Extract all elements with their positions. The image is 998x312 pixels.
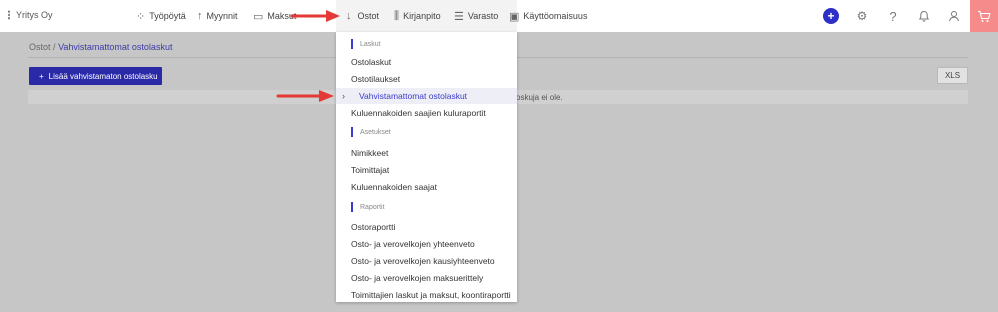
nav-label: Ostot: [357, 11, 380, 21]
xls-export-button[interactable]: XLS: [937, 67, 968, 84]
section-marker: [351, 202, 353, 212]
arrow-down-icon: ↓: [346, 10, 352, 22]
empty-state-text: oskuja ei ole.: [516, 93, 563, 102]
menu-item-ostotilaukset[interactable]: Ostotilaukset: [336, 71, 517, 87]
bar-chart-icon: ⫼: [394, 9, 400, 22]
plus-icon: +: [39, 71, 44, 81]
breadcrumb-separator: /: [53, 42, 56, 52]
menu-item-verovelkojen-kausiyhteenveto[interactable]: Osto- ja verovelkojen kausiyhteenveto: [336, 253, 517, 269]
company-name: Yritys Oy: [16, 10, 53, 20]
annotation-arrow-icon: [290, 10, 340, 22]
nav-kayttoomaisuus[interactable]: ▣ Käyttöomaisuus: [509, 0, 587, 32]
section-header-laskut: Laskut: [351, 39, 381, 49]
menu-item-label: Vahvistamattomat ostolaskut: [359, 91, 468, 101]
nav-kirjanpito[interactable]: ⫼ Kirjanpito: [394, 0, 441, 32]
warehouse-icon: ☰: [454, 10, 464, 23]
ostot-dropdown-menu: Laskut Ostolaskut Ostotilaukset › Vahvis…: [336, 32, 517, 302]
briefcase-icon: ▣: [509, 10, 520, 23]
nav-label: Käyttöomaisuus: [523, 11, 588, 21]
add-unconfirmed-invoice-button[interactable]: + Lisää vahvistamaton ostolasku: [29, 67, 162, 85]
section-header-asetukset: Asetukset: [351, 127, 391, 137]
company-switcher[interactable]: Yritys Oy: [8, 10, 53, 20]
add-button-label: Lisää vahvistamaton ostolasku: [48, 71, 158, 81]
top-navigation-bar: Yritys Oy ⁘ Työpöytä ↑ Myynnit ▭ Maksut …: [0, 0, 998, 32]
menu-item-kuluennakoiden-saajat[interactable]: Kuluennakoiden saajat: [336, 179, 517, 195]
user-icon[interactable]: [946, 8, 962, 24]
payment-icon: ▭: [253, 10, 264, 23]
menu-item-toimittajat[interactable]: Toimittajat: [336, 162, 517, 178]
nav-tyopoyta[interactable]: ⁘ Työpöytä: [136, 0, 186, 32]
menu-item-ostoraportti[interactable]: Ostoraportti: [336, 219, 517, 235]
nav-label: Kirjanpito: [403, 11, 441, 21]
menu-item-vahvistamattomat-ostolaskut[interactable]: › Vahvistamattomat ostolaskut: [336, 88, 517, 104]
chevron-right-icon: ›: [342, 91, 345, 101]
help-icon[interactable]: ?: [885, 8, 901, 24]
annotation-arrow-icon: [276, 90, 334, 102]
breadcrumb: Ostot / Vahvistamattomat ostolaskut: [29, 42, 172, 52]
section-marker: [351, 127, 353, 137]
bell-icon[interactable]: [916, 8, 932, 24]
menu-item-ostolaskut[interactable]: Ostolaskut: [336, 54, 517, 70]
section-title: Asetukset: [360, 128, 391, 136]
breadcrumb-parent[interactable]: Ostot: [29, 42, 51, 52]
kebab-menu-icon: [8, 10, 10, 20]
dashboard-icon: ⁘: [136, 10, 146, 23]
menu-item-kuluraportit[interactable]: Kuluennakoiden saajien kuluraportit: [336, 105, 517, 121]
menu-item-koontiraportti[interactable]: Toimittajien laskut ja maksut, koontirap…: [336, 287, 517, 303]
plus-icon[interactable]: +: [823, 8, 839, 24]
nav-label: Myynnit: [206, 11, 238, 21]
breadcrumb-current: Vahvistamattomat ostolaskut: [58, 42, 173, 52]
menu-item-verovelkojen-yhteenveto[interactable]: Osto- ja verovelkojen yhteenveto: [336, 236, 517, 252]
arrow-up-icon: ↑: [197, 10, 203, 22]
cart-icon[interactable]: [970, 0, 998, 32]
nav-varasto[interactable]: ☰ Varasto: [454, 0, 498, 32]
gear-icon[interactable]: ⚙: [854, 8, 870, 24]
section-marker: [351, 39, 353, 49]
nav-label: Työpöytä: [149, 11, 186, 21]
section-title: Laskut: [360, 40, 381, 48]
menu-item-verovelkojen-maksuerittely[interactable]: Osto- ja verovelkojen maksuerittely: [336, 270, 517, 286]
section-title: Raportit: [360, 203, 385, 211]
nav-myynnit[interactable]: ↑ Myynnit: [197, 0, 238, 32]
nav-label: Varasto: [467, 11, 499, 21]
menu-item-nimikkeet[interactable]: Nimikkeet: [336, 145, 517, 161]
section-header-raportit: Raportit: [351, 202, 385, 212]
